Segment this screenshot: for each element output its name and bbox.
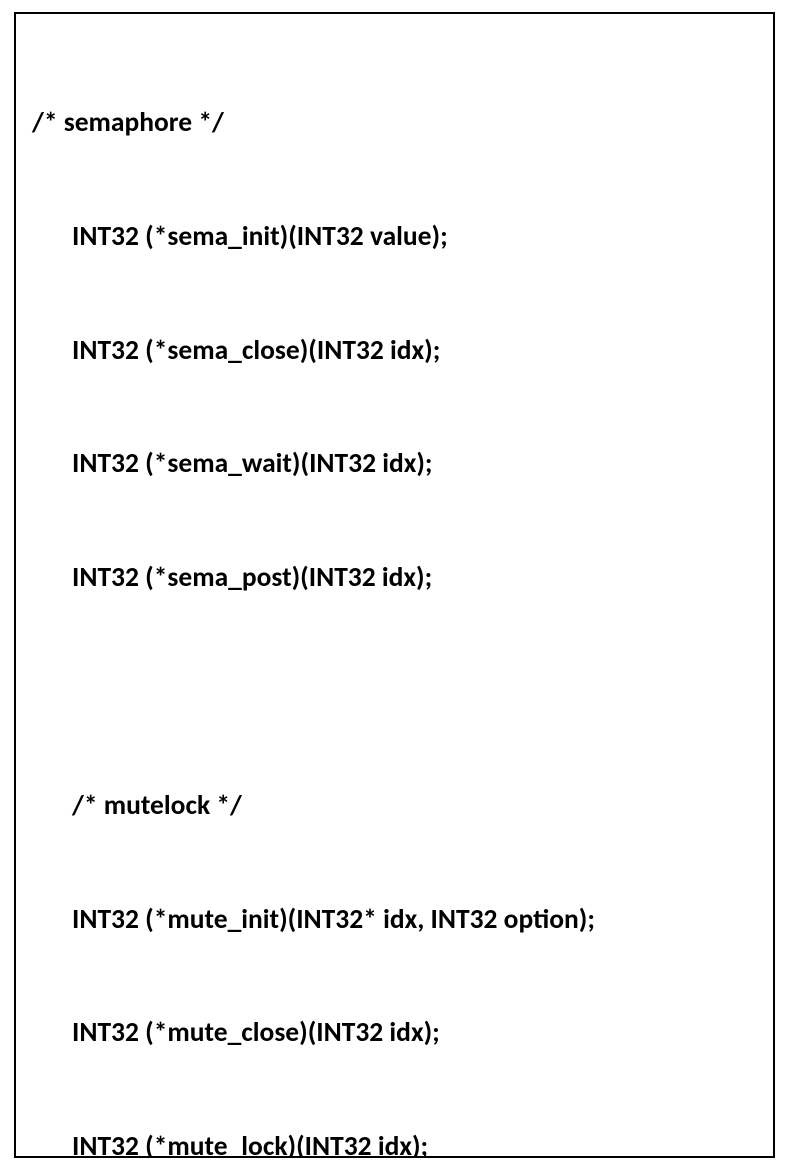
code-line: INT32 (*sema_close)(INT32 idx); [28, 332, 753, 370]
blank-line [28, 673, 753, 711]
code-comment: /* mutelock */ [28, 787, 753, 825]
code-line: INT32 (*mute_init)(INT32* idx, INT32 opt… [28, 901, 753, 939]
code-line: INT32 (*mute_close)(INT32 idx); [28, 1014, 753, 1052]
code-line: INT32 (*sema_init)(INT32 value); [28, 218, 753, 256]
code-block: /* semaphore */ INT32 (*sema_init)(INT32… [14, 12, 775, 1158]
code-line: INT32 (*sema_post)(INT32 idx); [28, 559, 753, 597]
code-line: /* semaphore */ [28, 104, 753, 142]
code-line: INT32 (*mute_lock)(INT32 idx); [28, 1128, 753, 1158]
page: /* semaphore */ INT32 (*sema_init)(INT32… [0, 0, 789, 1170]
code-line: INT32 (*sema_wait)(INT32 idx); [28, 445, 753, 483]
